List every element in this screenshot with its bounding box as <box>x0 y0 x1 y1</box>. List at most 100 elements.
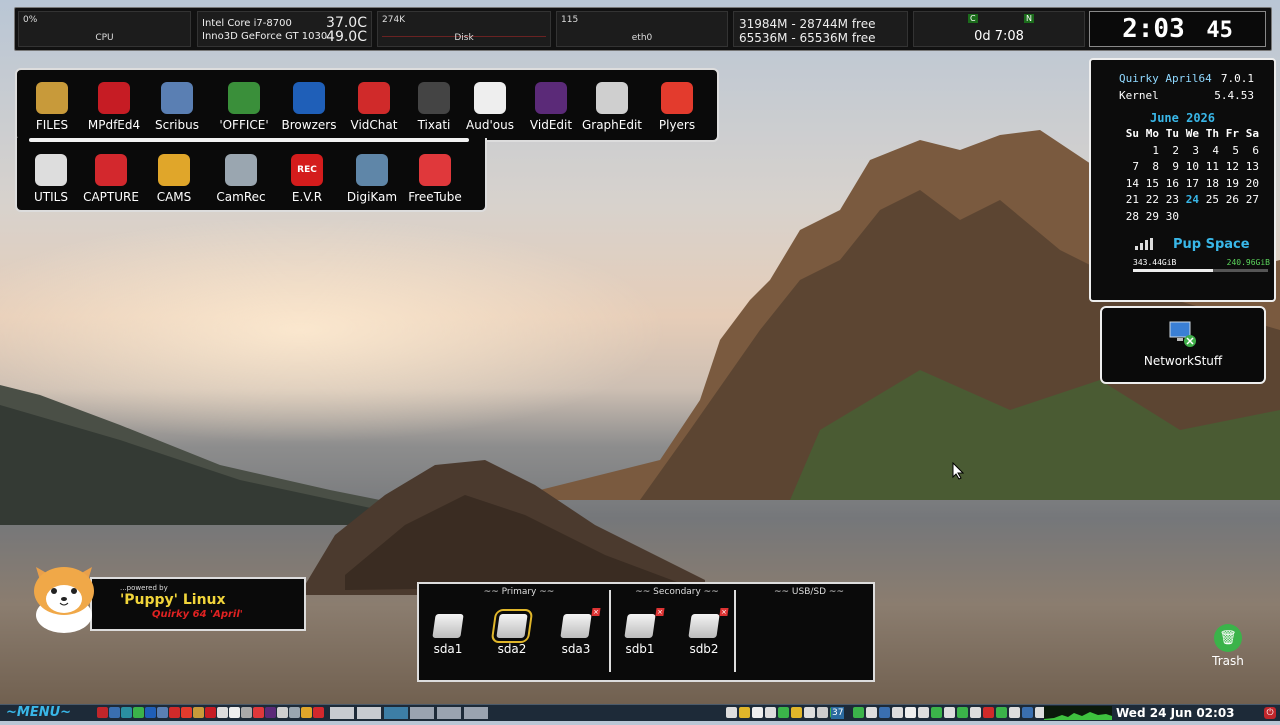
calendar-day: 14 <box>1125 176 1139 190</box>
webcam-icon <box>225 154 257 186</box>
app-plyers[interactable]: Plyers <box>646 82 708 132</box>
app-graphedit[interactable]: GraphEdit <box>581 82 643 132</box>
office-icon <box>228 82 260 114</box>
taskbar-window-6[interactable] <box>464 707 488 719</box>
app-tixati[interactable]: Tixati <box>403 82 465 132</box>
film-icon <box>535 82 567 114</box>
app-label: DigiKam <box>346 190 398 204</box>
quick-launch-icon[interactable] <box>145 707 156 718</box>
app-freetube[interactable]: FreeTube <box>404 154 466 204</box>
tray-icon[interactable] <box>778 707 789 718</box>
app-digikam[interactable]: DigiKam <box>341 154 403 204</box>
app-cams[interactable]: CAMS <box>143 154 205 204</box>
tray-icon[interactable] <box>817 707 828 718</box>
quick-launch-icon[interactable] <box>133 707 144 718</box>
trash-icon-desktop[interactable]: 🗑 Trash <box>1200 624 1256 668</box>
tray-icon[interactable] <box>931 707 942 718</box>
video-chat-icon <box>358 82 390 114</box>
tray-icon[interactable] <box>996 707 1007 718</box>
app-vidchat[interactable]: VidChat <box>343 82 405 132</box>
tray-icon[interactable] <box>752 707 763 718</box>
app-browzers[interactable]: Browzers <box>278 82 340 132</box>
quick-launch-icon[interactable] <box>289 707 300 718</box>
quick-launch-icon[interactable] <box>241 707 252 718</box>
taskbar-window-5[interactable] <box>437 707 461 719</box>
taskbar-window-4[interactable] <box>410 707 434 719</box>
tray-icon[interactable] <box>944 707 955 718</box>
app-label: CAPTURE <box>83 190 139 204</box>
tray-icon[interactable] <box>918 707 929 718</box>
app-utils[interactable]: UTILS <box>20 154 82 204</box>
quick-launch-icon[interactable] <box>97 707 108 718</box>
calendar-day: 28 <box>1125 209 1139 223</box>
power-button-icon[interactable]: ⏻ <box>1264 707 1276 719</box>
net-label: eth0 <box>631 33 653 43</box>
app-scribus[interactable]: Scribus <box>146 82 208 132</box>
tray-icon[interactable] <box>853 707 864 718</box>
tray-icon[interactable] <box>765 707 776 718</box>
tray-icon[interactable] <box>726 707 737 718</box>
tools-icon <box>35 154 67 186</box>
drive-sda1[interactable]: sda1 <box>425 614 471 656</box>
app-capture[interactable]: CAPTURE <box>80 154 142 204</box>
calendar-day: 23 <box>1165 193 1179 207</box>
app-label: GraphEdit <box>581 118 643 132</box>
calendar-day <box>1179 209 1199 226</box>
quick-launch-icon[interactable] <box>301 707 312 718</box>
tray-icon[interactable] <box>1022 707 1033 718</box>
tray-icon[interactable] <box>970 707 981 718</box>
app-label: FILES <box>35 118 69 132</box>
app-label: Plyers <box>658 118 696 132</box>
folder-icon <box>36 82 68 114</box>
tray-icon[interactable] <box>791 707 802 718</box>
drive-sda2[interactable]: sda2 <box>489 609 535 656</box>
tray-icon[interactable] <box>739 707 750 718</box>
quick-launch-icon[interactable] <box>313 707 324 718</box>
quick-launch-icon[interactable] <box>157 707 168 718</box>
tray-icon[interactable] <box>892 707 903 718</box>
drive-sdb2[interactable]: × sdb2 <box>681 608 729 656</box>
taskbar-window-3[interactable] <box>384 707 408 719</box>
menu-button[interactable]: ~MENU~ <box>6 705 71 721</box>
weekday-label: Mo <box>1145 127 1159 140</box>
quick-launch-icon[interactable] <box>169 707 180 718</box>
quick-launch-icon[interactable] <box>121 707 132 718</box>
tray-icon[interactable] <box>804 707 815 718</box>
quick-launch-icon[interactable] <box>217 707 228 718</box>
app-label: UTILS <box>34 190 68 204</box>
weekday-label: We <box>1185 127 1199 140</box>
tray-icon[interactable] <box>879 707 890 718</box>
drive-divider-2 <box>734 590 736 672</box>
taskbar-window-1[interactable] <box>330 707 354 719</box>
tray-icon[interactable] <box>1009 707 1020 718</box>
taskbar-window-2[interactable] <box>357 707 381 719</box>
quick-launch-icon[interactable] <box>253 707 264 718</box>
app-videdit[interactable]: VidEdit <box>520 82 582 132</box>
quick-launch-icon[interactable] <box>109 707 120 718</box>
calendar-weekdays: Su Mo Tu We Th Fr Sa <box>1091 126 1274 143</box>
calendar-day: 1 <box>1152 143 1159 157</box>
calendar-header: June 2026 <box>1091 111 1274 125</box>
app-label: E.V.R <box>291 190 323 204</box>
app-aud-ous[interactable]: Aud'ous <box>459 82 521 132</box>
drive-sda3[interactable]: × sda3 <box>553 608 601 656</box>
app-mpdfed4[interactable]: MPdfEd4 <box>83 82 145 132</box>
weekday-label: Sa <box>1245 127 1259 140</box>
app-office[interactable]: 'OFFICE' <box>213 82 275 132</box>
app-files[interactable]: FILES <box>21 82 83 132</box>
quick-launch-icon[interactable] <box>229 707 240 718</box>
app-camrec[interactable]: CamRec <box>210 154 272 204</box>
app-e-v-r[interactable]: REC E.V.R <box>276 154 338 204</box>
quick-launch-icon[interactable] <box>265 707 276 718</box>
tray-icon[interactable] <box>983 707 994 718</box>
app-label: Browzers <box>281 118 337 132</box>
quick-launch-icon[interactable] <box>205 707 216 718</box>
tray-icon[interactable] <box>866 707 877 718</box>
tray-icon[interactable] <box>905 707 916 718</box>
drive-sdb1[interactable]: × sdb1 <box>617 608 665 656</box>
quick-launch-icon[interactable] <box>193 707 204 718</box>
network-stuff-widget[interactable]: NetworkStuff <box>1100 306 1266 384</box>
quick-launch-icon[interactable] <box>181 707 192 718</box>
tray-icon[interactable] <box>957 707 968 718</box>
quick-launch-icon[interactable] <box>277 707 288 718</box>
